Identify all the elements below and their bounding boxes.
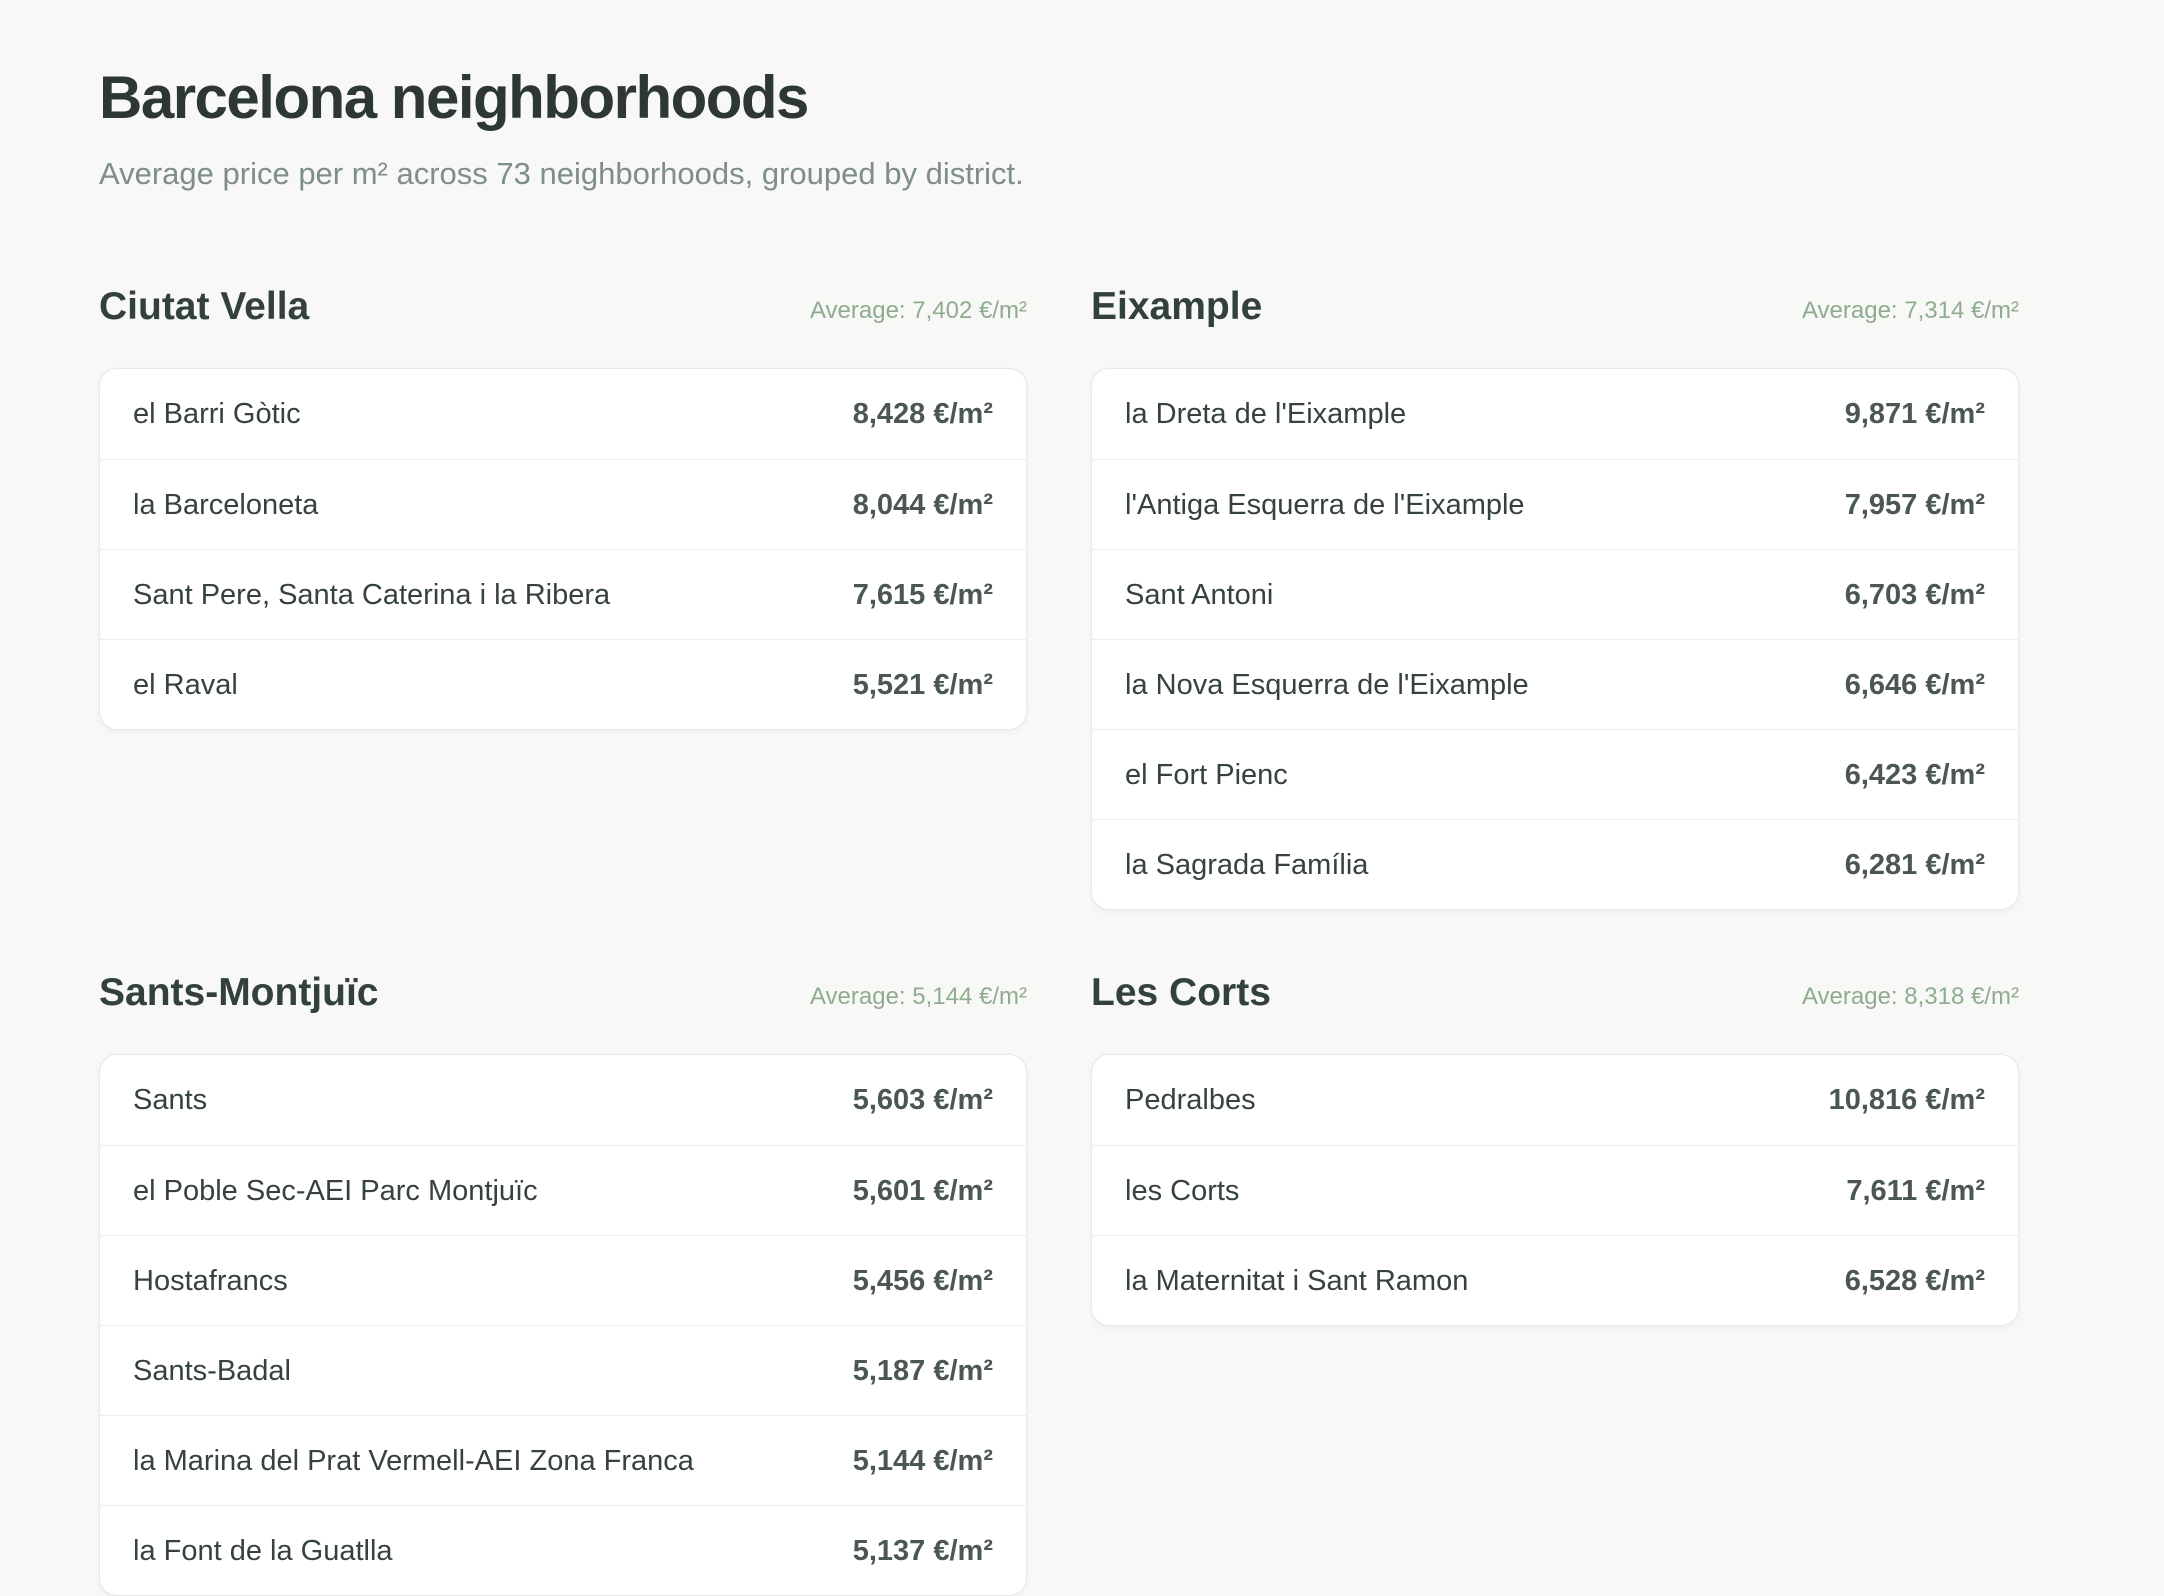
neighborhood-row: la Font de la Guatlla 5,137 €/m²	[100, 1505, 1026, 1595]
neighborhood-row: la Sagrada Família 6,281 €/m²	[1092, 819, 2018, 909]
neighborhood-row: Sants-Badal 5,187 €/m²	[100, 1325, 1026, 1415]
neighborhood-price: 5,601 €/m²	[852, 1175, 993, 1207]
district-les-corts: Les Corts Average: 8,318 €/m² Pedralbes …	[1091, 968, 2019, 1326]
neighborhood-price: 5,187 €/m²	[852, 1355, 993, 1387]
district-header: Eixample Average: 7,314 €/m²	[1091, 282, 2019, 368]
neighborhood-name: la Sagrada Família	[1125, 849, 1369, 881]
neighborhood-name: Pedralbes	[1125, 1084, 1256, 1116]
neighborhood-name: el Poble Sec-AEI Parc Montjuïc	[133, 1175, 538, 1207]
neighborhood-price: 7,611 €/m²	[1846, 1175, 1985, 1207]
neighborhood-list: Sants 5,603 €/m² el Poble Sec-AEI Parc M…	[99, 1054, 1027, 1596]
page-subtitle: Average price per m² across 73 neighborh…	[99, 156, 1024, 191]
neighborhood-list: el Barri Gòtic 8,428 €/m² la Barceloneta…	[99, 368, 1027, 730]
district-header: Ciutat Vella Average: 7,402 €/m²	[99, 282, 1027, 368]
neighborhood-price: 6,646 €/m²	[1844, 669, 1985, 701]
neighborhood-price: 8,044 €/m²	[852, 489, 993, 521]
district-name: Les Corts	[1091, 971, 1271, 1014]
neighborhood-row: la Dreta de l'Eixample 9,871 €/m²	[1092, 369, 2018, 459]
neighborhood-price: 7,957 €/m²	[1844, 489, 1985, 521]
neighborhood-name: la Maternitat i Sant Ramon	[1125, 1265, 1469, 1297]
neighborhood-name: Sant Antoni	[1125, 579, 1274, 611]
neighborhood-price: 7,615 €/m²	[852, 579, 993, 611]
neighborhood-name: la Marina del Prat Vermell-AEI Zona Fran…	[133, 1445, 694, 1477]
neighborhood-name: Sants-Badal	[133, 1355, 291, 1387]
neighborhood-row: Sant Pere, Santa Caterina i la Ribera 7,…	[100, 549, 1026, 639]
neighborhood-row: la Maternitat i Sant Ramon 6,528 €/m²	[1092, 1235, 2018, 1325]
neighborhood-price: 6,703 €/m²	[1844, 579, 1985, 611]
neighborhood-price: 5,144 €/m²	[852, 1445, 993, 1477]
neighborhood-row: el Fort Pienc 6,423 €/m²	[1092, 729, 2018, 819]
district-sants-montjuic: Sants-Montjuïc Average: 5,144 €/m² Sants…	[99, 968, 1027, 1596]
neighborhood-row: el Poble Sec-AEI Parc Montjuïc 5,601 €/m…	[100, 1145, 1026, 1235]
neighborhood-row: la Barceloneta 8,044 €/m²	[100, 459, 1026, 549]
district-average: Average: 5,144 €/m²	[809, 983, 1027, 1010]
district-ciutat-vella: Ciutat Vella Average: 7,402 €/m² el Barr…	[99, 282, 1027, 730]
neighborhood-list: la Dreta de l'Eixample 9,871 €/m² l'Anti…	[1091, 368, 2019, 910]
neighborhood-row: Sants 5,603 €/m²	[100, 1055, 1026, 1145]
neighborhood-row: la Nova Esquerra de l'Eixample 6,646 €/m…	[1092, 639, 2018, 729]
neighborhood-name: Hostafrancs	[133, 1265, 288, 1297]
neighborhood-price: 5,603 €/m²	[852, 1084, 993, 1116]
neighborhood-row: el Raval 5,521 €/m²	[100, 639, 1026, 729]
neighborhood-price: 5,137 €/m²	[852, 1535, 993, 1567]
neighborhood-name: la Dreta de l'Eixample	[1125, 398, 1407, 430]
neighborhood-row: l'Antiga Esquerra de l'Eixample 7,957 €/…	[1092, 459, 2018, 549]
neighborhood-row: el Barri Gòtic 8,428 €/m²	[100, 369, 1026, 459]
neighborhood-price: 10,816 €/m²	[1828, 1084, 1985, 1116]
neighborhood-price: 6,528 €/m²	[1844, 1265, 1985, 1297]
district-eixample: Eixample Average: 7,314 €/m² la Dreta de…	[1091, 282, 2019, 910]
neighborhood-name: Sants	[133, 1084, 208, 1116]
district-average: Average: 8,318 €/m²	[1801, 983, 2019, 1010]
neighborhood-row: Pedralbes 10,816 €/m²	[1092, 1055, 2018, 1145]
neighborhood-price: 6,281 €/m²	[1844, 849, 1985, 881]
neighborhood-price: 5,456 €/m²	[852, 1265, 993, 1297]
neighborhood-price: 6,423 €/m²	[1844, 759, 1985, 791]
page-title: Barcelona neighborhoods	[99, 64, 809, 131]
neighborhood-name: la Font de la Guatlla	[133, 1535, 393, 1567]
neighborhood-name: el Raval	[133, 669, 238, 701]
neighborhood-price: 5,521 €/m²	[852, 669, 993, 701]
neighborhood-name: la Nova Esquerra de l'Eixample	[1125, 669, 1529, 701]
neighborhood-price: 8,428 €/m²	[852, 398, 993, 430]
neighborhood-name: la Barceloneta	[133, 489, 319, 521]
neighborhood-list: Pedralbes 10,816 €/m² les Corts 7,611 €/…	[1091, 1054, 2019, 1326]
neighborhood-price: 9,871 €/m²	[1844, 398, 1985, 430]
district-average: Average: 7,402 €/m²	[809, 297, 1027, 324]
neighborhood-name: el Fort Pienc	[1125, 759, 1288, 791]
neighborhood-row: la Marina del Prat Vermell-AEI Zona Fran…	[100, 1415, 1026, 1505]
neighborhood-row: Sant Antoni 6,703 €/m²	[1092, 549, 2018, 639]
district-name: Sants-Montjuïc	[99, 971, 379, 1014]
district-name: Eixample	[1091, 285, 1263, 328]
district-average: Average: 7,314 €/m²	[1801, 297, 2019, 324]
neighborhood-row: les Corts 7,611 €/m²	[1092, 1145, 2018, 1235]
neighborhood-name: l'Antiga Esquerra de l'Eixample	[1125, 489, 1525, 521]
neighborhood-row: Hostafrancs 5,456 €/m²	[100, 1235, 1026, 1325]
district-header: Les Corts Average: 8,318 €/m²	[1091, 968, 2019, 1054]
neighborhood-name: les Corts	[1125, 1175, 1240, 1207]
district-header: Sants-Montjuïc Average: 5,144 €/m²	[99, 968, 1027, 1054]
district-name: Ciutat Vella	[99, 285, 310, 328]
neighborhood-name: Sant Pere, Santa Caterina i la Ribera	[133, 579, 611, 611]
neighborhood-name: el Barri Gòtic	[133, 398, 301, 430]
